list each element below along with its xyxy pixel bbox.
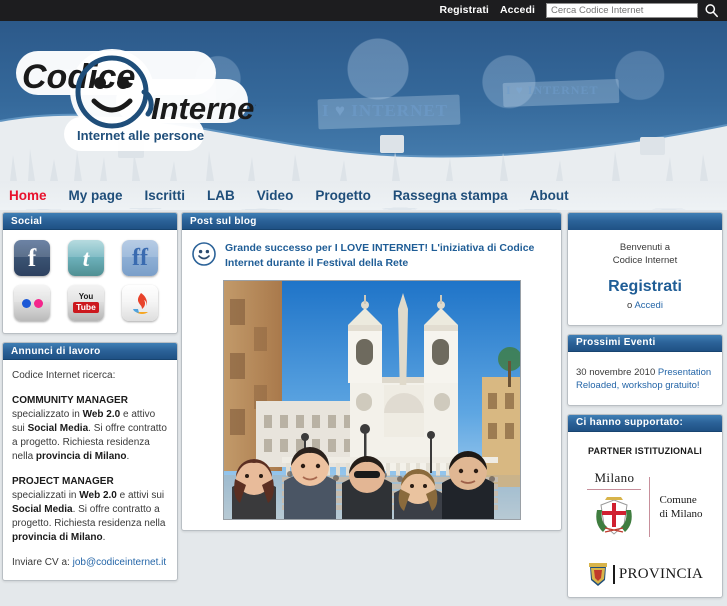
friendfeed-icon[interactable]: ff [122,240,158,276]
jobs-panel: Annunci di lavoro Codice Internet ricerc… [2,342,178,581]
supporters-panel-title: Ci hanno supportato: [576,417,684,429]
login-cta-link[interactable]: Accedi [634,300,663,311]
blog-post-photo-wrap [182,280,561,530]
provincia-divider [612,565,615,585]
twitter-icon[interactable]: t [68,240,104,276]
comune-line-2: di Milano [659,508,703,521]
job2-role: PROJECT MANAGER [12,476,114,487]
jobs-intro: Codice Internet ricerca: [12,370,116,381]
job2-t1: specializzati in [12,490,80,501]
job1-b1: Web 2.0 [82,409,121,420]
comune-line-1: Comune [659,494,697,507]
cv-line: Inviare CV a: job@codiceinternet.it [12,556,168,570]
facebook-icon[interactable]: f [14,240,50,276]
jobs-panel-body: Codice Internet ricerca: COMMUNITY MANAG… [3,360,177,580]
supporters-panel-body: PARTNER ISTITUZIONALI Milano Comune di M… [568,432,722,597]
login-link[interactable]: Accedi [500,5,535,16]
social-panel-title: Social [11,215,43,227]
provincia-word: PROVINCIA [618,566,704,583]
cv-label: Inviare CV a: [12,557,73,568]
supporters-panel-header: Ci hanno supportato: [568,414,722,432]
site-logo[interactable]: Codice Internet Internet alle persone [6,35,256,171]
left-sidebar: Social f t ff You Tube Annunci di lavoro… [2,212,178,589]
social-panel: Social f t ff You Tube [2,212,178,334]
nav-item-home[interactable]: Home [9,188,47,203]
provincia-logo: PROVINCIA [576,562,714,587]
events-panel-body: 30 novembre 2010 Presentation Reloaded, … [568,352,722,405]
job1-b2: Social Media [27,423,89,434]
blog-panel-header: Post sul blog [182,213,561,230]
site-header: I ♥ INTERNET I ♥ INTERNET I ♥ INTERNET I… [0,21,727,181]
nav-item-lab[interactable]: LAB [207,188,235,203]
search-input[interactable] [546,3,698,18]
events-panel-title: Prossimi Eventi [576,337,656,349]
register-link[interactable]: Registrati [440,5,489,16]
welcome-panel: Benvenuti a Codice Internet Registrati o… [567,212,723,326]
logo-word-internet: Internet [151,91,256,126]
blog-panel-title: Post sul blog [190,215,257,227]
youtube-icon[interactable]: You Tube [68,285,104,321]
job1-b3: provincia di Milano [35,451,127,462]
welcome-line-2: Codice Internet [612,255,678,266]
jobs-panel-title: Annunci di lavoro [11,345,101,357]
supporters-panel: Ci hanno supportato: PARTNER ISTITUZIONA… [567,413,723,598]
job1-t1: specializzato in [12,409,83,420]
nav-item-my-page[interactable]: My page [69,188,123,203]
job1-role: COMMUNITY MANAGER [12,395,128,406]
search-icon [704,4,718,18]
social-icon-grid: f t ff You Tube [3,230,177,333]
event-date: 30 novembre 2010 [576,366,658,378]
flickr-icon[interactable] [14,285,50,321]
welcome-line-1: Benvenuti a [619,242,671,253]
job2-b2: Social Media [12,504,73,515]
job2-t2: e attivi sui [116,490,165,501]
event-item: 30 novembre 2010 Presentation Reloaded, … [576,366,714,393]
milano-coat-of-arms-icon [596,496,633,535]
search-box [546,3,721,19]
job2-t4: . [102,532,106,543]
login-cta-line: o Accedi [576,300,714,311]
nav-item-video[interactable]: Video [257,188,294,203]
job-ad-project-manager: PROJECT MANAGER specializzati in Web 2.0… [12,475,168,545]
blog-post-item: Grande successo per I LOVE INTERNET! L'i… [182,230,561,280]
welcome-panel-header [568,213,722,230]
nav-item-rassegna-stampa[interactable]: Rassegna stampa [393,188,508,203]
milano-rule [587,488,642,490]
blog-post-photo[interactable] [222,280,521,520]
nav-item-about[interactable]: About [530,188,569,203]
youtube-tube-text: Tube [73,302,99,313]
spanish-steps-photo [223,281,520,519]
nav-item-iscritti[interactable]: Iscritti [145,188,186,203]
milano-left: Milano [587,470,649,545]
flame-icon[interactable] [122,285,158,321]
job2-b3: provincia di Milano [12,532,103,543]
blog-panel: Post sul blog Grande successo per I LOVE… [181,212,562,531]
events-panel: Prossimi Eventi 30 novembre 2010 Present… [567,333,723,406]
comune-di-milano-logo: Milano Comune di Milano [576,470,714,545]
smiley-avatar-icon [192,242,216,266]
milano-word: Milano [594,469,635,485]
register-cta-link[interactable]: Registrati [576,278,714,296]
job1-t4: . [126,451,130,462]
jobs-panel-header: Annunci di lavoro [3,343,177,360]
cv-email-link[interactable]: job@codiceinternet.it [73,557,167,568]
nav-item-progetto[interactable]: Progetto [315,188,371,203]
events-panel-header: Prossimi Eventi [568,334,722,352]
youtube-you-text: You [78,292,94,301]
blog-post-title-link[interactable]: Grande successo per I LOVE INTERNET! L'i… [225,241,551,271]
partner-label: PARTNER ISTITUZIONALI [587,445,703,456]
main-content: Post sul blog Grande successo per I LOVE… [181,212,562,539]
job-ad-community-manager: COMMUNITY MANAGER specializzato in Web 2… [12,394,168,464]
logo-tagline: Internet alle persone [77,128,204,143]
main-navigation: Home My page Iscritti LAB Video Progetto Rasse… [0,181,727,210]
milano-right: Comune di Milano [650,493,702,521]
nav-items: Home My page Iscritti LAB Video Progetto Rasse… [0,181,727,210]
job2-b1: Web 2.0 [79,490,117,501]
provincia-crest-icon [588,562,607,586]
welcome-panel-body: Benvenuti a Codice Internet Registrati o… [568,230,722,325]
right-sidebar: Benvenuti a Codice Internet Registrati o… [567,212,723,606]
top-bar: Registrati Accedi [0,0,727,21]
social-panel-header: Social [3,213,177,230]
search-button[interactable] [701,3,721,19]
